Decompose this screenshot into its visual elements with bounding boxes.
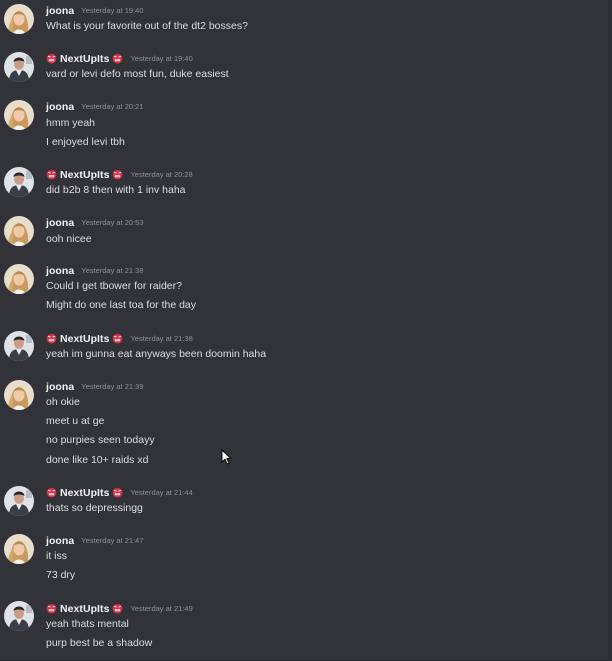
angry-face-icon — [112, 333, 123, 344]
timestamp[interactable]: Yesterday at 20:53 — [81, 218, 143, 227]
timestamp[interactable]: Yesterday at 21:38 — [130, 334, 192, 343]
angry-face-icon — [112, 169, 123, 180]
username[interactable]: NextUpIts — [60, 487, 109, 499]
message-text: I enjoyed levi tbh — [46, 136, 125, 148]
timestamp[interactable]: Yesterday at 19:40 — [130, 54, 192, 63]
message-text: vard or levi defo most fun, duke easiest — [46, 68, 229, 80]
message-text: ooh nicee — [46, 233, 92, 245]
timestamp[interactable]: Yesterday at 21:38 — [81, 266, 143, 275]
chat-log: joona Yesterday at 19:40 What is your favo… — [0, 0, 612, 661]
username[interactable]: NextUpIts — [60, 53, 109, 65]
message-text: did b2b 8 then with 1 inv haha — [46, 184, 186, 196]
username[interactable]: joona — [46, 217, 74, 229]
angry-face-icon — [46, 169, 57, 180]
message-header: NextUpIts Yesterday at 20:28 — [46, 167, 193, 182]
message-header: NextUpIts Yesterday at 21:44 — [46, 485, 193, 500]
cursor-arrow-icon — [221, 449, 232, 465]
timestamp[interactable]: Yesterday at 21:44 — [130, 488, 192, 497]
angry-face-icon — [112, 487, 123, 498]
message-text: What is your favorite out of the dt2 bos… — [46, 20, 248, 32]
avatar-nextupits[interactable] — [4, 331, 34, 361]
message-header: joona Yesterday at 21:47 — [46, 533, 144, 548]
angry-face-icon — [46, 333, 57, 344]
username[interactable]: joona — [46, 535, 74, 547]
timestamp[interactable]: Yesterday at 19:40 — [81, 6, 143, 15]
username[interactable]: NextUpIts — [60, 603, 109, 615]
message-header: NextUpIts Yesterday at 21:38 — [46, 331, 193, 346]
message-header: joona Yesterday at 20:53 — [46, 215, 144, 230]
avatar-joona[interactable] — [4, 380, 34, 410]
message-text: purp best be a shadow — [46, 637, 153, 649]
message-text: oh okie — [46, 396, 80, 408]
angry-face-icon — [46, 487, 57, 498]
timestamp[interactable]: Yesterday at 21:49 — [130, 604, 192, 613]
avatar-joona[interactable] — [4, 216, 34, 246]
username[interactable]: NextUpIts — [60, 333, 109, 345]
avatar-joona[interactable] — [4, 534, 34, 564]
message-text: meet u at ge — [46, 415, 105, 427]
angry-face-icon — [112, 603, 123, 614]
username[interactable]: joona — [46, 381, 74, 393]
message-text: hmm yeah — [46, 117, 96, 129]
message-header: NextUpIts Yesterday at 19:40 — [46, 51, 193, 66]
timestamp[interactable]: Yesterday at 20:21 — [81, 102, 143, 111]
avatar-nextupits[interactable] — [4, 52, 34, 82]
message-text: no purpies seen todayy — [46, 434, 155, 446]
username[interactable]: joona — [46, 101, 74, 113]
angry-face-icon — [112, 53, 123, 64]
timestamp[interactable]: Yesterday at 21:39 — [81, 382, 143, 391]
username[interactable]: joona — [46, 265, 74, 277]
message-text: done like 10+ raids xd — [46, 454, 149, 466]
angry-face-icon — [46, 603, 57, 614]
username[interactable]: joona — [46, 5, 74, 17]
avatar-joona[interactable] — [4, 4, 34, 34]
message-header: joona Yesterday at 21:39 — [46, 379, 144, 394]
message-text: thats so depressingg — [46, 502, 143, 514]
timestamp[interactable]: Yesterday at 20:28 — [130, 170, 192, 179]
message-text: Might do one last toa for the day — [46, 299, 197, 311]
message-header: joona Yesterday at 19:40 — [46, 3, 144, 18]
timestamp[interactable]: Yesterday at 21:47 — [81, 536, 143, 545]
avatar-joona[interactable] — [4, 100, 34, 130]
message-text: it iss — [46, 550, 67, 562]
message-text: yeah im gunna eat anyways been doomin ha… — [46, 348, 267, 360]
message-header: joona Yesterday at 20:21 — [46, 99, 144, 114]
avatar-nextupits[interactable] — [4, 486, 34, 516]
message-header: joona Yesterday at 21:38 — [46, 263, 144, 278]
message-header: NextUpIts Yesterday at 21:49 — [46, 601, 193, 616]
avatar-joona[interactable] — [4, 264, 34, 294]
angry-face-icon — [46, 53, 57, 64]
avatar-nextupits[interactable] — [4, 167, 34, 197]
message-text: yeah thats mental — [46, 618, 129, 630]
message-text: Could I get tbower for raider? — [46, 280, 182, 292]
message-text: 73 dry — [46, 569, 76, 581]
avatar-nextupits[interactable] — [4, 601, 34, 631]
username[interactable]: NextUpIts — [60, 169, 109, 181]
